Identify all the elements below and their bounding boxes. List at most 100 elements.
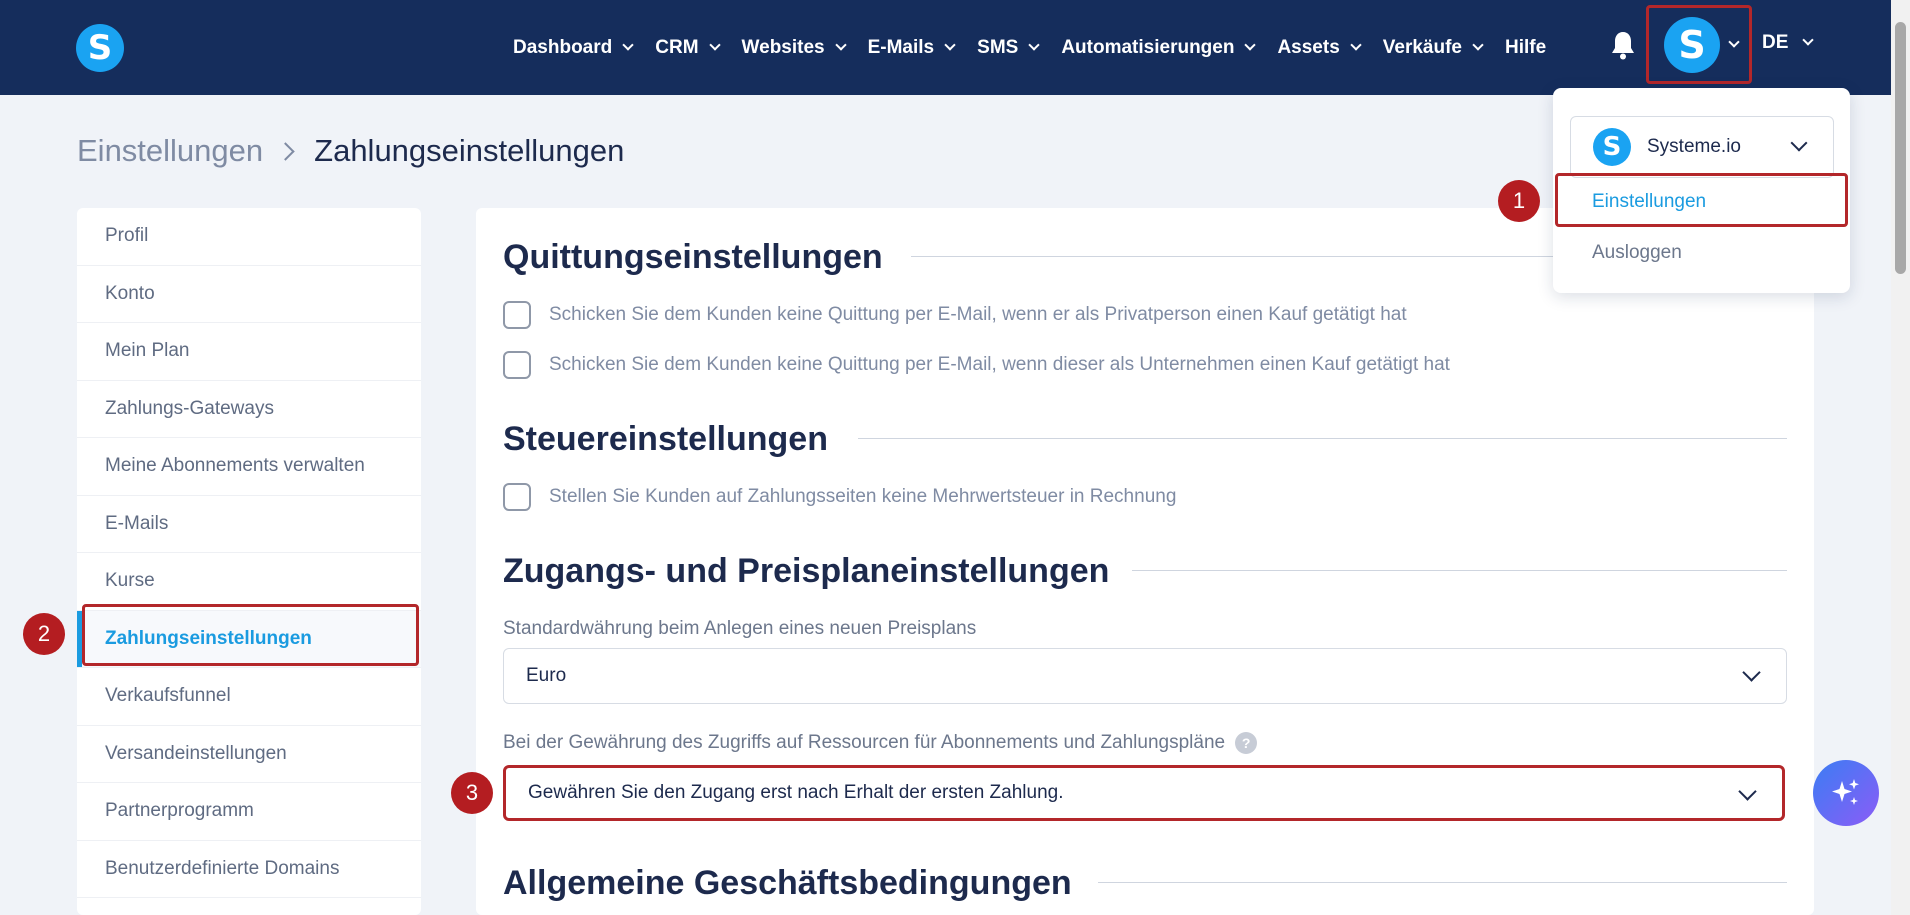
sidebar-item-zahlungseinstellungen[interactable]: Zahlungseinstellungen xyxy=(77,610,421,668)
receipt-option-business: Schicken Sie dem Kunden keine Quittung p… xyxy=(503,351,1450,379)
checkbox[interactable] xyxy=(503,351,531,379)
nav-label: Websites xyxy=(741,36,825,58)
chevron-down-icon xyxy=(1742,663,1761,682)
currency-select[interactable]: Euro xyxy=(503,648,1787,704)
nav-verkaeufe[interactable]: Verkäufe xyxy=(1382,36,1484,59)
menu-item-ausloggen[interactable]: Ausloggen xyxy=(1592,242,1682,264)
grant-access-select[interactable]: Gewähren Sie den Zugang erst nach Erhalt… xyxy=(503,765,1785,821)
sidebar-item-label: Profil xyxy=(105,225,149,247)
section-title-receipt: Quittungseinstellungen xyxy=(503,237,883,276)
sidebar-item-label: Versandeinstellungen xyxy=(105,742,287,764)
nav-label: Assets xyxy=(1277,36,1340,58)
sidebar-item-abonnements[interactable]: Meine Abonnements verwalten xyxy=(77,438,421,496)
language-label: DE xyxy=(1762,32,1789,53)
sidebar-item-domains[interactable]: Benutzerdefinierte Domains xyxy=(77,841,421,898)
settings-sidebar: Profil Konto Mein Plan Zahlungs-Gateways… xyxy=(77,208,421,915)
sidebar-item-label: Konto xyxy=(105,282,155,304)
sidebar-item-label: Verkaufsfunnel xyxy=(105,685,231,707)
chevron-down-icon xyxy=(1802,34,1815,46)
sparkle-icon xyxy=(1832,779,1859,805)
sidebar-item-label: Benutzerdefinierte Domains xyxy=(105,857,340,879)
sidebar-item-label: E-Mails xyxy=(105,512,169,534)
tax-option: Stellen Sie Kunden auf Zahlungsseiten ke… xyxy=(503,483,1176,511)
sidebar-item-partnerprogramm[interactable]: Partnerprogramm xyxy=(77,783,421,841)
avatar[interactable]: S xyxy=(1664,17,1720,73)
main-nav: Dashboard CRM Websites E-Mails SMS Autom… xyxy=(513,0,1569,95)
sidebar-item-label: Zahlungs-Gateways xyxy=(105,397,274,419)
chevron-down-icon xyxy=(834,38,847,51)
section-title-access: Zugangs- und Preisplaneinstellungen xyxy=(503,551,1110,590)
checkbox-label: Schicken Sie dem Kunden keine Quittung p… xyxy=(549,354,1450,375)
nav-emails[interactable]: E-Mails xyxy=(867,36,956,59)
chevron-down-icon xyxy=(1790,134,1808,152)
systeme-logo[interactable]: S xyxy=(76,24,124,72)
chevron-down-icon xyxy=(708,38,721,51)
bell-icon[interactable] xyxy=(1610,30,1636,60)
chevron-down-icon xyxy=(1350,38,1362,51)
nav-dashboard[interactable]: Dashboard xyxy=(513,36,634,59)
sidebar-item-label: Kurse xyxy=(105,570,155,592)
sidebar-item-konto[interactable]: Konto xyxy=(77,266,421,323)
grant-access-label: Bei der Gewährung des Zugriffs auf Resso… xyxy=(503,731,1258,755)
checkbox[interactable] xyxy=(503,301,531,329)
currency-label: Standardwährung beim Anlegen eines neuen… xyxy=(503,618,977,639)
nav-label: Dashboard xyxy=(513,36,613,58)
chevron-right-icon xyxy=(276,141,295,161)
nav-label: SMS xyxy=(977,36,1019,58)
nav-label: E-Mails xyxy=(867,36,935,58)
sidebar-item-versandeinstellungen[interactable]: Versandeinstellungen xyxy=(77,726,421,783)
section-divider xyxy=(1132,570,1787,571)
sidebar-item-verkaufsfunnel[interactable]: Verkaufsfunnel xyxy=(77,668,421,726)
sidebar-item-label: Partnerprogramm xyxy=(105,800,254,822)
nav-label: Verkäufe xyxy=(1382,36,1463,58)
nav-label: Automatisierungen xyxy=(1061,36,1235,58)
section-divider xyxy=(858,438,1787,439)
chevron-down-icon xyxy=(1028,38,1040,51)
receipt-option-private: Schicken Sie dem Kunden keine Quittung p… xyxy=(503,301,1407,329)
chevron-down-icon xyxy=(944,38,956,51)
ai-assistant-button[interactable] xyxy=(1813,760,1879,826)
nav-label: Hilfe xyxy=(1505,36,1547,58)
section-title-terms: Allgemeine Geschäftsbedingungen xyxy=(503,863,1072,902)
section-divider xyxy=(1098,882,1787,883)
scrollbar-thumb[interactable] xyxy=(1895,22,1906,274)
sidebar-item-emails[interactable]: E-Mails xyxy=(77,496,421,553)
menu-item-einstellungen[interactable]: Einstellungen xyxy=(1592,191,1706,213)
breadcrumb: Einstellungen Zahlungseinstellungen xyxy=(77,133,624,169)
field-label-text: Bei der Gewährung des Zugriffs auf Resso… xyxy=(503,732,1226,753)
sidebar-item-kurse[interactable]: Kurse xyxy=(77,553,421,611)
select-value: Gewähren Sie den Zugang erst nach Erhalt… xyxy=(528,782,1064,803)
help-icon[interactable]: ? xyxy=(1235,732,1258,754)
page-title: Zahlungseinstellungen xyxy=(314,133,625,168)
nav-label: CRM xyxy=(655,36,699,58)
sidebar-item-label: Meine Abonnements verwalten xyxy=(105,455,365,477)
chevron-down-icon xyxy=(1738,782,1757,801)
chevron-down-icon xyxy=(622,38,634,51)
checkbox-label: Stellen Sie Kunden auf Zahlungsseiten ke… xyxy=(549,486,1177,507)
account-logo: S xyxy=(1593,128,1631,166)
chevron-down-icon xyxy=(1472,38,1484,51)
sidebar-item-mein-plan[interactable]: Mein Plan xyxy=(77,323,421,381)
account-switcher[interactable]: S Systeme.io xyxy=(1570,116,1834,178)
breadcrumb-parent[interactable]: Einstellungen xyxy=(77,133,263,169)
nav-crm[interactable]: CRM xyxy=(655,36,721,59)
sidebar-item-label: Mein Plan xyxy=(105,340,190,362)
step-badge-3: 3 xyxy=(451,772,493,814)
nav-assets[interactable]: Assets xyxy=(1277,36,1362,59)
nav-websites[interactable]: Websites xyxy=(741,36,847,59)
sidebar-item-zahlungs-gateways[interactable]: Zahlungs-Gateways xyxy=(77,381,421,438)
step-badge-1: 1 xyxy=(1498,180,1540,222)
language-selector[interactable]: DE xyxy=(1762,32,1815,54)
chevron-down-icon xyxy=(1244,38,1257,51)
nav-automatisierungen[interactable]: Automatisierungen xyxy=(1061,36,1257,59)
checkbox[interactable] xyxy=(503,483,531,511)
nav-sms[interactable]: SMS xyxy=(977,36,1040,59)
nav-hilfe[interactable]: Hilfe xyxy=(1505,37,1546,59)
step-badge-2: 2 xyxy=(23,613,65,655)
sidebar-item-profil[interactable]: Profil xyxy=(77,208,421,266)
account-name: Systeme.io xyxy=(1647,136,1741,157)
select-value: Euro xyxy=(526,665,567,686)
checkbox-label: Schicken Sie dem Kunden keine Quittung p… xyxy=(549,304,1407,325)
sidebar-item-label: Zahlungseinstellungen xyxy=(105,627,312,649)
section-title-tax: Steuereinstellungen xyxy=(503,419,828,458)
